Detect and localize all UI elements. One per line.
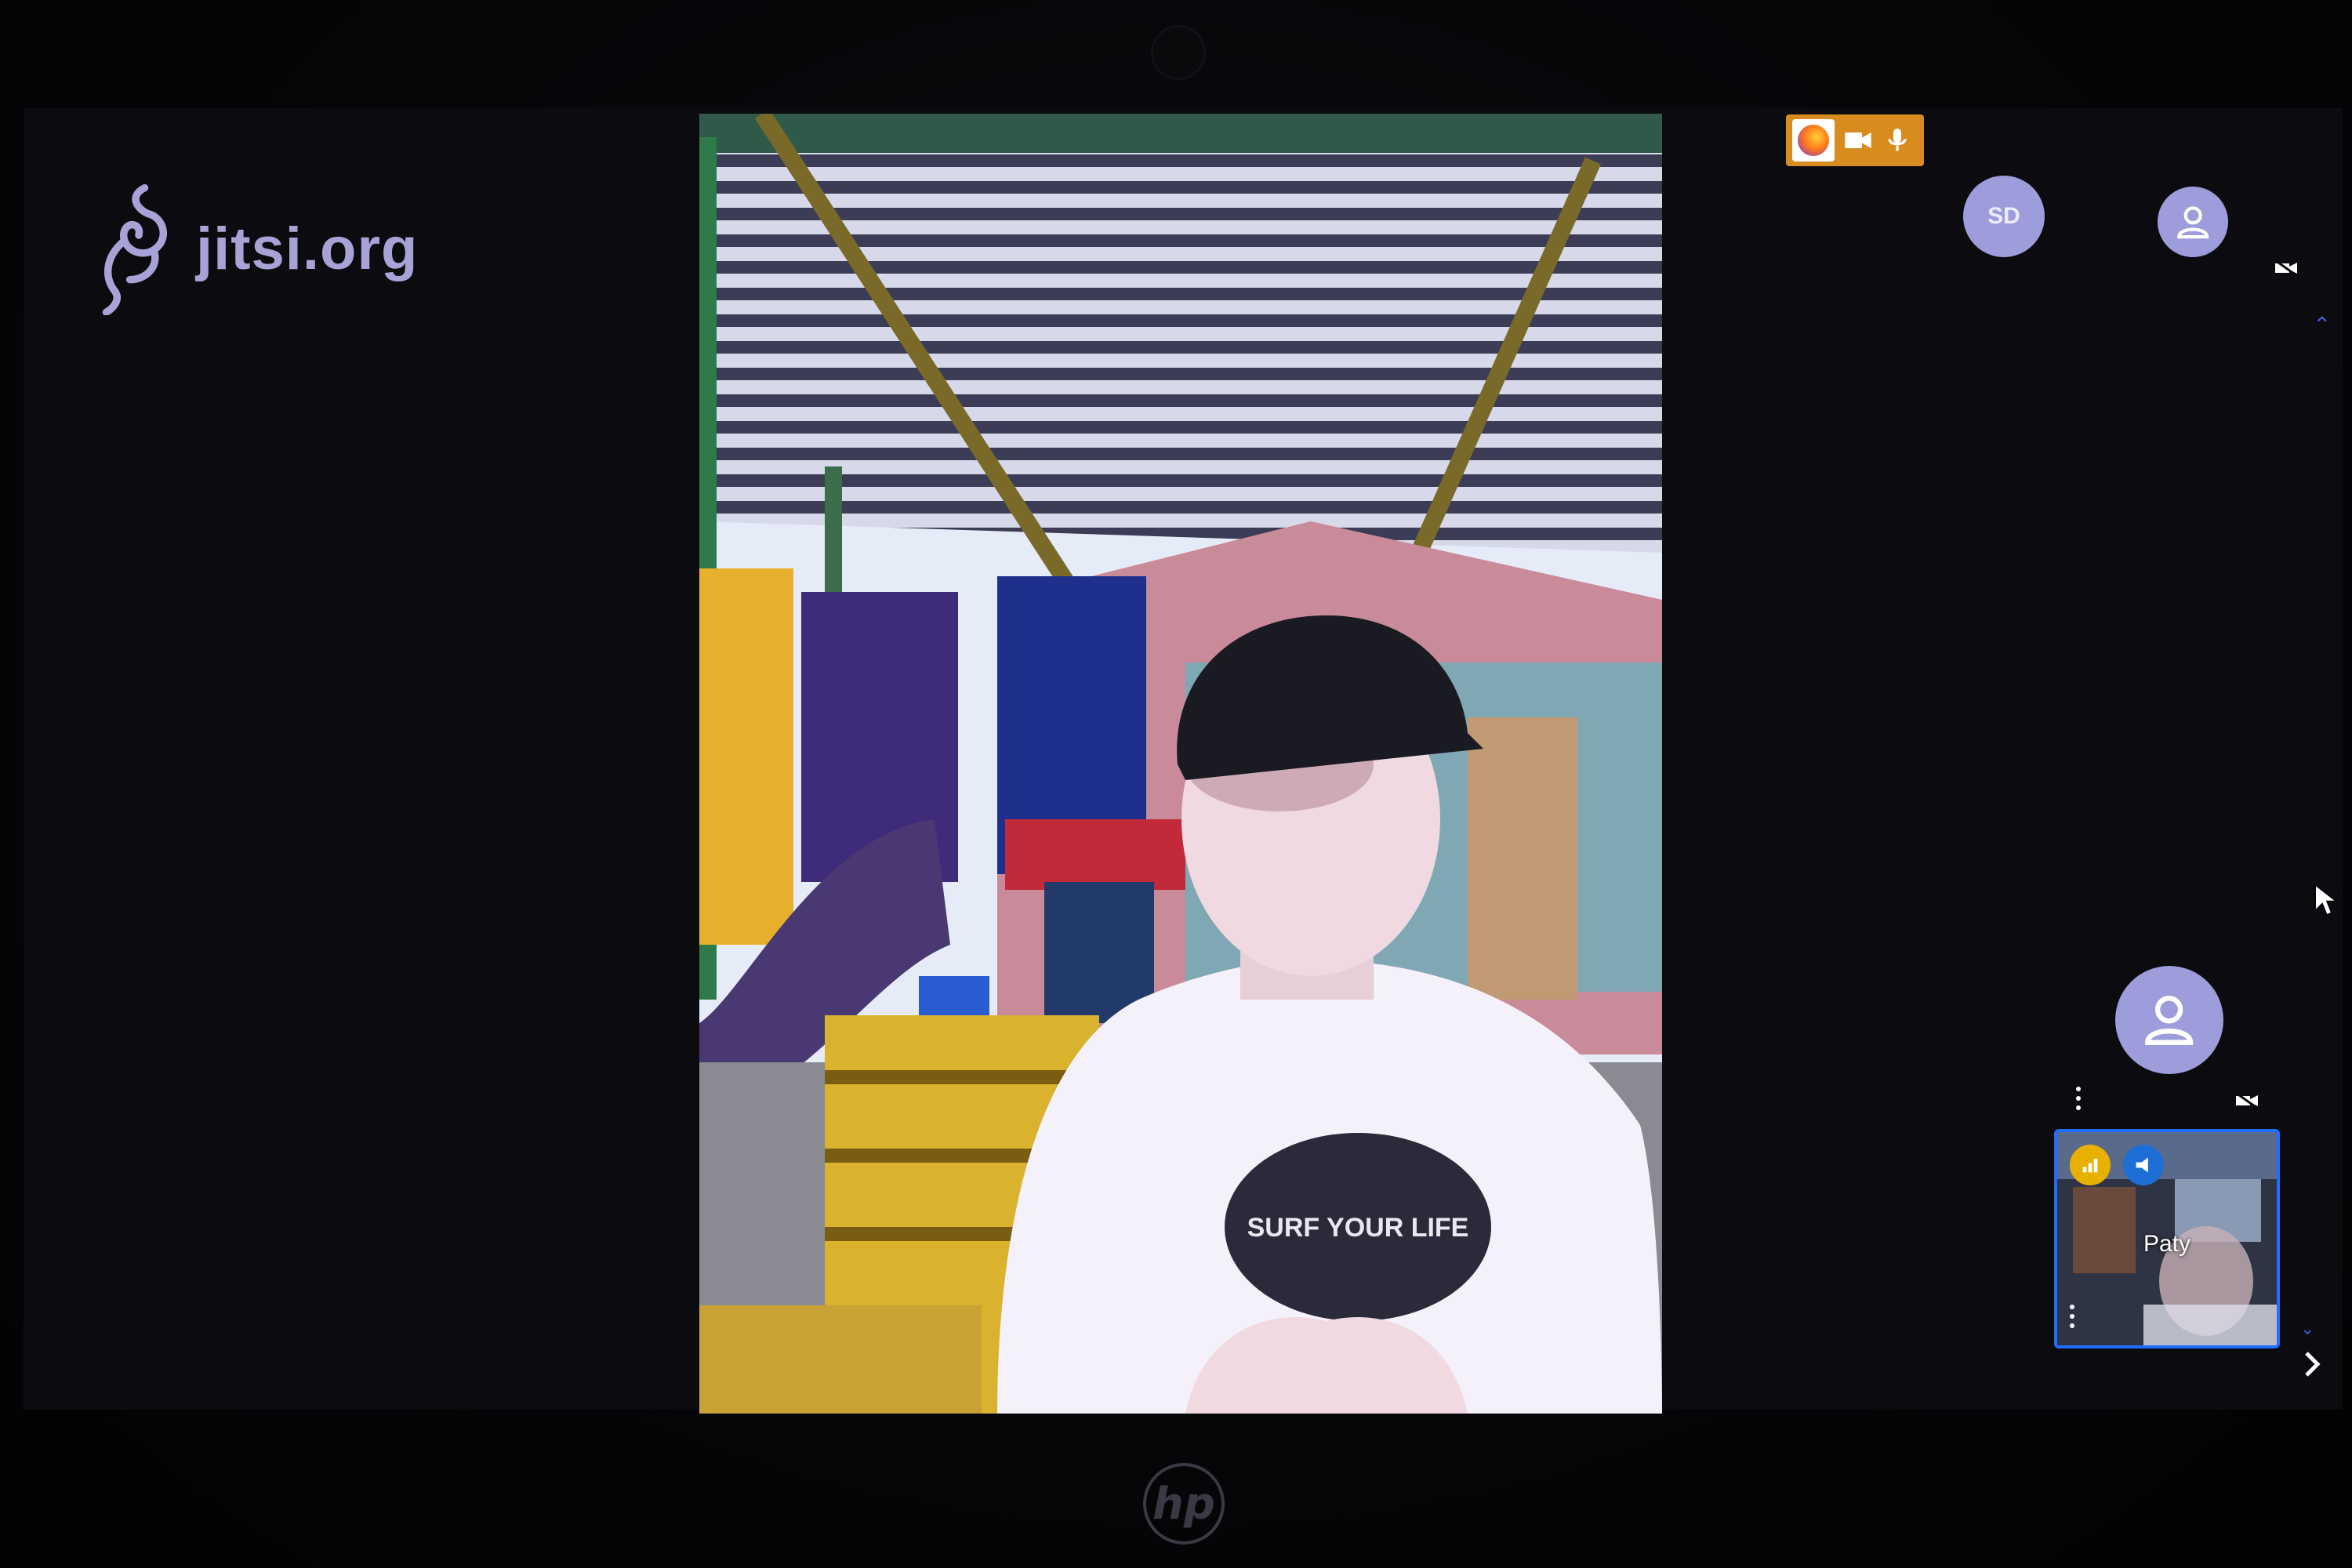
participant-avatar[interactable]: SD bbox=[1963, 176, 2045, 257]
participant-name: Paty bbox=[2143, 1231, 2191, 1257]
large-video[interactable]: SURF YOUR LIFE bbox=[699, 114, 1662, 1414]
participant-avatar[interactable] bbox=[2158, 187, 2228, 257]
shirt-print: SURF YOUR LIFE bbox=[1247, 1213, 1469, 1243]
user-icon bbox=[2177, 206, 2209, 238]
camera-off-icon bbox=[2274, 259, 2298, 278]
dominant-speaker-icon bbox=[2123, 1145, 2164, 1185]
hp-logo: hp bbox=[1143, 1463, 1225, 1544]
connection-quality-icon[interactable] bbox=[2070, 1145, 2111, 1185]
laptop-bezel: jitsi.org SURF YOUR LIFE SD ⌃ Paty ⌄ hp bbox=[0, 0, 2352, 1568]
watermark-text: jitsi.org bbox=[196, 215, 419, 282]
mouse-cursor-icon bbox=[2314, 884, 2336, 916]
chevron-up-icon[interactable]: ⌃ bbox=[2313, 312, 2331, 338]
more-options-icon[interactable] bbox=[2068, 1305, 2076, 1328]
local-video-thumbnail[interactable]: Paty bbox=[2054, 1129, 2280, 1348]
chevron-right-icon[interactable] bbox=[2300, 1348, 2324, 1380]
webcam bbox=[1151, 25, 1206, 80]
user-icon bbox=[2145, 996, 2194, 1046]
chevron-down-icon[interactable]: ⌄ bbox=[2300, 1319, 2314, 1339]
camera-off-icon bbox=[2235, 1091, 2259, 1110]
megaphone-icon bbox=[2136, 1157, 2148, 1173]
signal-bars-icon bbox=[2082, 1158, 2098, 1173]
microphone-icon bbox=[1888, 129, 1907, 151]
more-options-icon[interactable] bbox=[2074, 1087, 2082, 1110]
firefox-icon bbox=[1792, 119, 1835, 162]
jitsi-logo-icon bbox=[102, 183, 168, 315]
participant-initials: SD bbox=[1987, 203, 2020, 229]
browser-sharing-indicator[interactable] bbox=[1786, 114, 1924, 166]
camera-icon bbox=[1845, 132, 1871, 148]
participant-avatar[interactable] bbox=[2115, 966, 2223, 1074]
remote-video-frame: SURF YOUR LIFE bbox=[699, 114, 1662, 1414]
jitsi-watermark[interactable]: jitsi.org bbox=[93, 182, 418, 315]
